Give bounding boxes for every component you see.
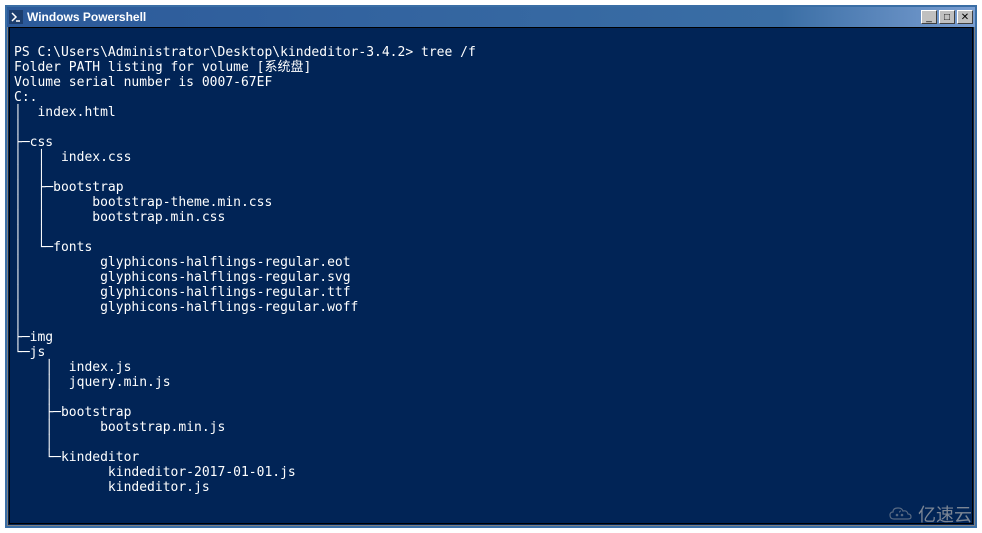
window-controls: _ □ ✕ — [921, 10, 973, 24]
powershell-icon — [9, 10, 23, 24]
powershell-window: Windows Powershell _ □ ✕ PS C:\Users\Adm… — [5, 5, 977, 528]
console-output[interactable]: PS C:\Users\Administrator\Desktop\kinded… — [9, 27, 973, 524]
cloud-icon — [886, 504, 914, 524]
close-icon: ✕ — [961, 12, 969, 23]
watermark: 亿速云 — [886, 501, 972, 527]
command-text: tree /f — [421, 45, 476, 60]
maximize-icon: □ — [944, 12, 950, 23]
minimize-button[interactable]: _ — [921, 10, 937, 24]
prompt-line: PS C:\Users\Administrator\Desktop\kinded… — [14, 45, 476, 60]
close-button[interactable]: ✕ — [957, 10, 973, 24]
minimize-icon: _ — [926, 12, 932, 23]
titlebar[interactable]: Windows Powershell _ □ ✕ — [7, 7, 975, 27]
prompt-prefix: PS — [14, 45, 37, 60]
tree-output: Folder PATH listing for volume [系统盘] Vol… — [14, 60, 358, 495]
maximize-button[interactable]: □ — [939, 10, 955, 24]
watermark-text: 亿速云 — [918, 501, 972, 527]
window-title: Windows Powershell — [27, 10, 921, 24]
prompt-path: C:\Users\Administrator\Desktop\kindedito… — [37, 45, 413, 60]
